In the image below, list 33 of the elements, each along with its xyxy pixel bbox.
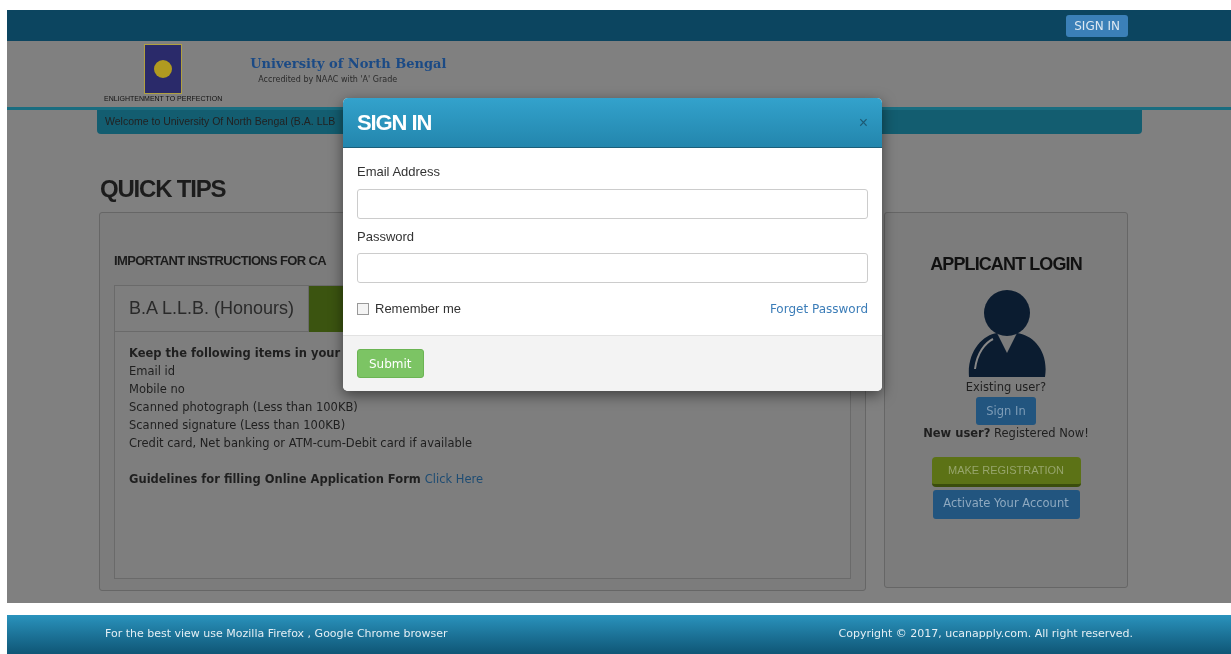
item-text: Mobile no: [129, 381, 185, 398]
field-label: Password: [357, 227, 415, 246]
accreditation-text: Accredited by NAAC with 'A' Grade: [257, 73, 399, 86]
input-field[interactable]: [357, 253, 868, 283]
item-text: Scanned signature (Less than 100KB): [129, 417, 346, 434]
guidelines-text: Guidelines for filling Online Application Form: [129, 471, 421, 488]
remember-label: Remember me: [375, 300, 461, 318]
browser-note: For the best view use Mozilla Firefox , Google Chrome browser: [105, 626, 448, 643]
forget-password-link[interactable]: Forget Password: [769, 299, 868, 318]
click-here-link[interactable]: Click Here: [424, 470, 484, 488]
university-name: University of North Bengal: [250, 55, 447, 73]
item-text: Credit card, Net banking or ATM-cum-Debit card if available: [129, 435, 473, 452]
item-text: Email id: [129, 363, 176, 380]
item-text: Scanned photograph (Less than 100KB): [129, 399, 358, 416]
copyright-text: Copyright © 2017, ucanapply.com. All right reserved.: [838, 626, 1133, 643]
items-intro: Keep the following items in your: [129, 345, 341, 362]
existing-user-text: Existing user?: [965, 379, 1047, 396]
close-button[interactable]: ×: [858, 114, 868, 131]
welcome-text: Welcome to University Of North Bengal (B.A. LLB: [105, 114, 336, 130]
new-user-text: New user? Registered Now!: [923, 425, 1089, 443]
make-registration-button[interactable]: MAKE REGISTRATION: [931, 456, 1081, 487]
instructions-heading: IMPORTANT INSTRUCTIONS FOR CA: [114, 252, 326, 270]
applicant-login-heading: APPLICANT LOGIN: [930, 253, 1082, 276]
field-label: Email Address: [357, 163, 441, 181]
sign-in-button[interactable]: SIGN IN: [1066, 14, 1128, 37]
input-field[interactable]: [357, 188, 868, 219]
submit-button[interactable]: Submit: [357, 349, 424, 378]
sign-in-button[interactable]: Sign In: [976, 397, 1036, 426]
university-logo: [144, 44, 183, 94]
remember-checkbox[interactable]: [357, 302, 369, 315]
activate-account-button[interactable]: Activate Your Account: [932, 489, 1080, 519]
page-title: QUICK TIPS: [100, 174, 226, 204]
dialog-title: SIGN IN: [357, 108, 432, 137]
